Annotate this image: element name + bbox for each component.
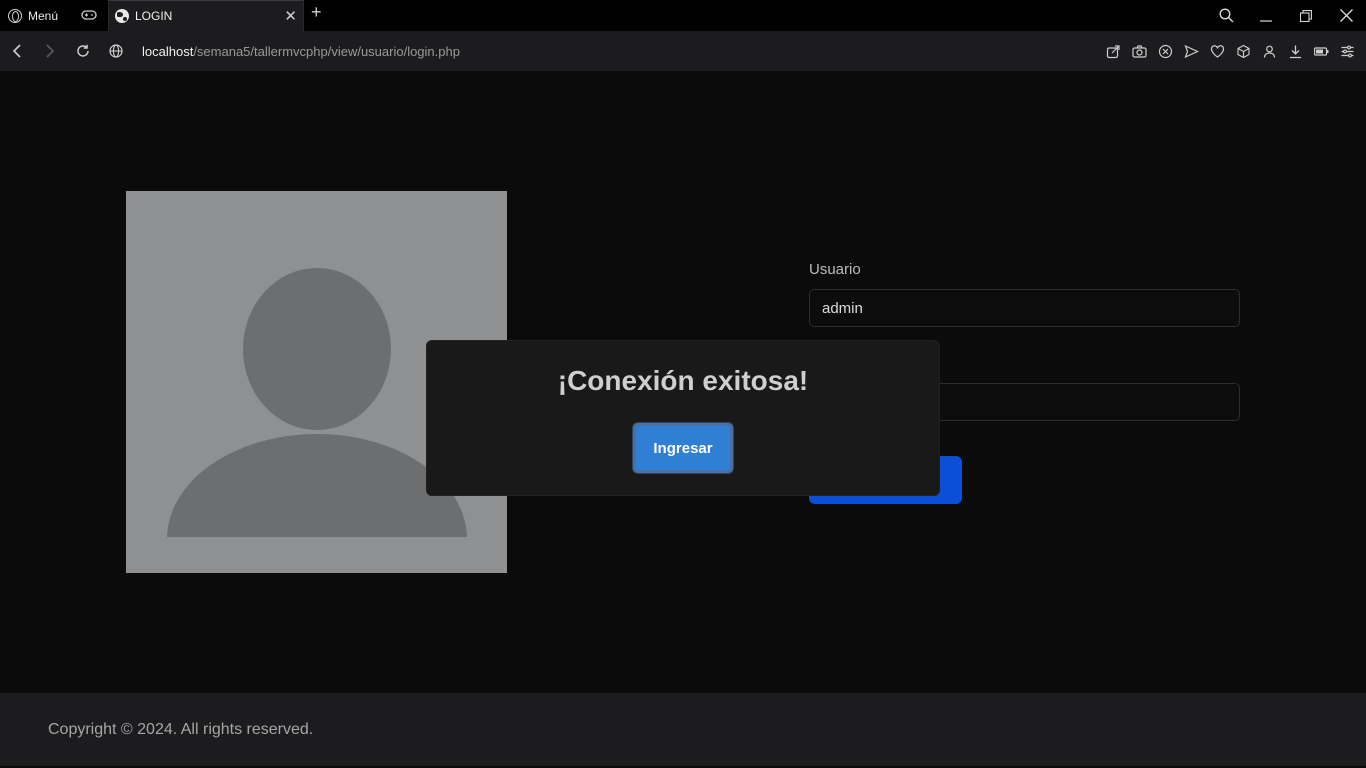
window-controls: [1206, 0, 1366, 31]
profile-icon[interactable]: [1258, 40, 1280, 62]
tab-login[interactable]: LOGIN ✕: [108, 0, 304, 31]
cube-icon[interactable]: [1232, 40, 1254, 62]
browser-tab-bar: Menú LOGIN ✕ +: [0, 0, 1366, 31]
dialog-title: ¡Conexión exitosa!: [557, 365, 809, 396]
footer: Copyright © 2024. All rights reserved.: [0, 693, 1366, 766]
url-host: localhost: [142, 43, 194, 59]
battery-icon[interactable]: [1310, 40, 1332, 62]
minimize-icon[interactable]: [1246, 0, 1286, 31]
tab-close-icon[interactable]: ✕: [284, 9, 297, 24]
restore-icon[interactable]: [1286, 0, 1326, 31]
heart-icon[interactable]: [1206, 40, 1228, 62]
menu-label: Menú: [28, 8, 59, 23]
copyright-text: Copyright © 2024. All rights reserved.: [48, 721, 314, 738]
send-icon[interactable]: [1180, 40, 1202, 62]
gamepad-icon[interactable]: [76, 2, 102, 28]
usuario-label: Usuario: [809, 261, 861, 278]
search-icon[interactable]: [1206, 0, 1246, 31]
ingresar-button[interactable]: Ingresar: [633, 423, 733, 473]
adblock-icon[interactable]: [1154, 40, 1176, 62]
tab-title: LOGIN: [135, 9, 173, 23]
success-dialog: ¡Conexión exitosa! Ingresar: [427, 341, 939, 495]
forward-icon[interactable]: [33, 31, 66, 71]
usuario-input[interactable]: admin: [809, 289, 1240, 327]
browser-menu-button[interactable]: Menú: [0, 0, 66, 31]
address-bar: localhost/semana5/tallermvcphp/view/usua…: [0, 31, 1366, 71]
share-icon[interactable]: [1102, 40, 1124, 62]
reload-icon[interactable]: [66, 31, 99, 71]
opera-logo-icon: [8, 8, 22, 23]
browser-toolbar: [1102, 31, 1358, 71]
login-page: Usuario admin ¡Conexión exitosa! Ingresa…: [0, 71, 1366, 693]
back-icon[interactable]: [0, 31, 33, 71]
close-window-icon[interactable]: [1326, 0, 1366, 31]
site-info-globe-icon[interactable]: [99, 31, 132, 71]
new-tab-icon[interactable]: +: [311, 2, 322, 23]
globe-icon: [115, 9, 129, 23]
avatar-head: [243, 268, 391, 430]
download-icon[interactable]: [1284, 40, 1306, 62]
url-path: /semana5/tallermvcphp/view/usuario/login…: [193, 43, 460, 59]
url-field[interactable]: localhost/semana5/tallermvcphp/view/usua…: [142, 44, 460, 59]
easy-setup-icon[interactable]: [1336, 40, 1358, 62]
camera-icon[interactable]: [1128, 40, 1150, 62]
